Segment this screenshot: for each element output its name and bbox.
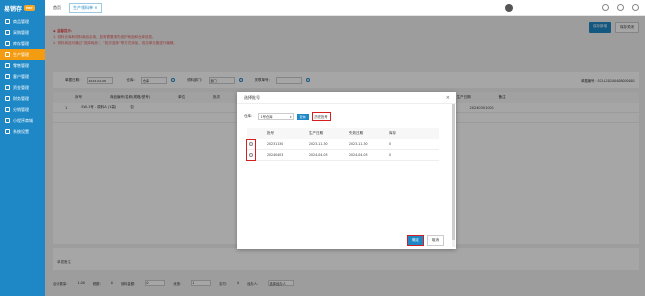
confirm-button[interactable]: 确定 — [407, 235, 424, 246]
sidebar-item-production[interactable]: 生产管理 — [0, 49, 45, 60]
money-icon — [5, 85, 10, 90]
sidebar-item-funds[interactable]: 资金管理 — [0, 82, 45, 93]
col-header: 生产日期 — [309, 131, 323, 135]
tab-material-requisition[interactable]: 生产领料单 × — [69, 2, 102, 13]
sidebar-item-mini[interactable]: 小程序商城 — [0, 115, 45, 126]
home-icon[interactable] — [617, 4, 624, 11]
box-icon — [5, 19, 10, 24]
stock: 0 — [389, 142, 392, 146]
batch-table-header: 批号 生产日期 失效日期 库存 — [247, 128, 439, 139]
close-icon[interactable]: × — [446, 95, 450, 101]
query-button[interactable]: 查询 — [296, 113, 309, 120]
sidebar-item-label: 客户管理 — [13, 73, 29, 79]
finance-icon — [5, 96, 10, 101]
modal-scrollbar[interactable] — [452, 104, 455, 247]
sidebar-item-label: 分销管理 — [13, 106, 29, 112]
batch-row[interactable]: 20240403 2024-04-03 2024-04-03 0 — [247, 150, 439, 161]
mfg-date: 2023-11-30 — [309, 142, 328, 146]
modal-filter-row: 仓库： 1号仓库 查询 历史批号 — [244, 112, 331, 121]
logo: 易销存 ERP — [0, 0, 45, 16]
batch-no: 20231130 — [267, 142, 284, 146]
sidebar-item-label: 采购管理 — [13, 29, 29, 35]
sidebar-item-label: 库存管理 — [13, 40, 29, 46]
sidebar-item-label: 零售管理 — [13, 62, 29, 68]
stock: 0 — [389, 153, 392, 157]
sidebar-item-label: 生产管理 — [13, 51, 29, 57]
sidebar-item-label: 商品管理 — [13, 18, 29, 24]
tab-home[interactable]: 首页 — [53, 5, 61, 11]
sidebar-item-goods[interactable]: 商品管理 — [0, 16, 45, 27]
modal-warehouse-select[interactable]: 1号仓库 — [257, 113, 294, 120]
sidebar-item-label: 资金管理 — [13, 84, 29, 90]
modal-title: 选择批号 — [237, 92, 456, 104]
sidebar-item-purchase[interactable]: 采购管理 — [0, 27, 45, 38]
modal-warehouse-label: 仓库： — [244, 114, 255, 118]
scrollbar-thumb[interactable] — [452, 104, 455, 240]
batch-select-modal: 选择批号 × 仓库： 1号仓库 查询 历史批号 批号 生产日期 失效日期 库存 … — [237, 92, 456, 249]
sidebar-item-customer[interactable]: 客户管理 — [0, 71, 45, 82]
top-bar: 首页 生产领料单 × — [45, 0, 645, 16]
batch-row[interactable]: 20231130 2023-11-30 2023-11-30 0 — [247, 139, 439, 150]
col-header: 库存 — [389, 131, 396, 135]
gear-icon — [5, 129, 10, 134]
user-icon — [5, 74, 10, 79]
factory-icon — [5, 52, 10, 57]
sidebar-item-finance[interactable]: 财务管理 — [0, 93, 45, 104]
logo-text: 易销存 — [4, 5, 23, 13]
cancel-button[interactable]: 取消 — [427, 235, 444, 246]
sidebar-item-label: 小程序商城 — [13, 117, 33, 123]
sidebar-item-distribution[interactable]: 分销管理 — [0, 104, 45, 115]
cart-icon — [5, 30, 10, 35]
history-batch-button[interactable]: 历史批号 — [311, 112, 331, 121]
col-header: 失效日期 — [349, 131, 363, 135]
sidebar: 易销存 ERP 商品管理 采购管理 库存管理 生产管理 零售管理 客户管理 资金… — [0, 0, 45, 296]
settings-icon[interactable] — [632, 4, 639, 11]
logo-badge: ERP — [24, 5, 35, 11]
exp-date: 2023-11-30 — [349, 142, 368, 146]
warehouse-icon — [5, 41, 10, 46]
store-icon — [5, 63, 10, 68]
avatar[interactable] — [505, 4, 513, 12]
sidebar-item-settings[interactable]: 系统设置 — [0, 126, 45, 137]
sidebar-item-label: 财务管理 — [13, 95, 29, 101]
sidebar-item-inventory[interactable]: 库存管理 — [0, 38, 45, 49]
sidebar-item-label: 系统设置 — [13, 128, 29, 134]
batch-table: 批号 生产日期 失效日期 库存 20231130 2023-11-30 2023… — [247, 128, 439, 161]
share-icon — [5, 107, 10, 112]
sidebar-item-retail[interactable]: 零售管理 — [0, 60, 45, 71]
col-header: 批号 — [267, 131, 274, 135]
batch-no: 20240403 — [267, 153, 284, 157]
mini-icon — [5, 118, 10, 123]
top-icons — [602, 4, 639, 11]
modal-footer: 确定 取消 — [407, 235, 444, 246]
exp-date: 2024-04-03 — [349, 153, 368, 157]
mfg-date: 2024-04-03 — [309, 153, 328, 157]
bell-icon[interactable] — [602, 4, 609, 11]
radio-highlight — [246, 139, 256, 161]
